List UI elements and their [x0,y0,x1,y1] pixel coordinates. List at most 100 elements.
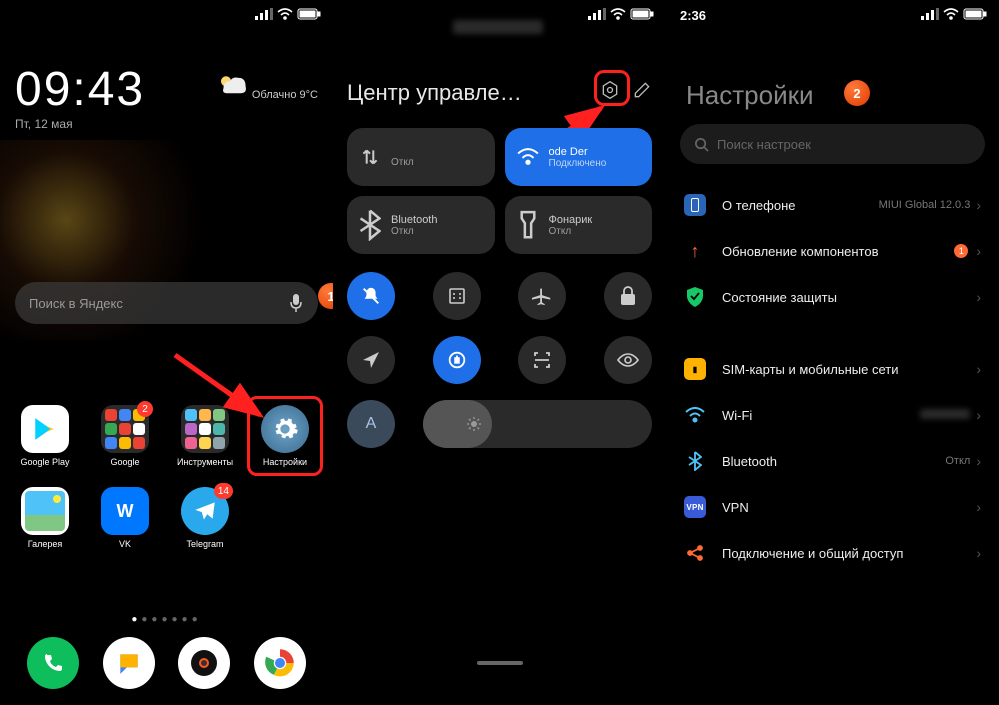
settings-search[interactable]: Поиск настроек [680,124,985,164]
bell-off-icon [360,285,382,307]
toggle-airplane[interactable] [518,272,566,320]
chevron-right-icon: › [976,499,981,515]
status-time: 2:36 [680,8,706,23]
wifi-icon [684,404,706,426]
wifi-icon [610,8,626,20]
wifi-icon [277,8,293,20]
app-folder-google[interactable]: 2 Google [95,405,155,467]
app-folder-tools[interactable]: Инструменты [175,405,235,467]
sun-icon [466,416,482,432]
toggle-auto-brightness[interactable]: A [347,400,395,448]
screenshot-icon [447,286,467,306]
data-arrows-icon [359,146,381,168]
dock [0,637,333,693]
settings-row-about[interactable]: О телефоне MIUI Global 12.0.3 › [666,182,999,228]
weather-widget[interactable]: Облачно 9°C [215,70,318,101]
settings-row-vpn[interactable]: VPN VPN › [666,484,999,530]
dock-chrome[interactable] [254,637,306,689]
update-arrow-icon: ↑ [684,240,706,262]
home-screen-panel: 09:43 Пт, 12 мая Облачно 9°C Поиск в Янд… [0,0,333,705]
brightness-slider[interactable] [423,400,652,448]
telegram-badge: 14 [214,483,233,499]
clock-time: 09:43 [15,62,145,117]
dock-camera[interactable] [178,637,230,689]
settings-row-security[interactable]: Состояние защиты › [666,274,999,320]
app-google-play[interactable]: Google Play [15,405,75,467]
settings-row-update[interactable]: ↑ Обновление компонентов 1 › [666,228,999,274]
search-placeholder: Поиск в Яндекс [29,296,123,311]
tile-mobile-data[interactable]: Откл [347,128,495,186]
annotation-highlight-settings [247,396,323,476]
airplane-icon [531,285,553,307]
signal-icon [588,8,606,20]
drag-handle[interactable] [477,661,523,665]
wifi-icon [517,148,539,166]
toggle-location[interactable] [347,336,395,384]
battery-icon [630,8,654,20]
search-icon [694,137,709,152]
settings-row-sim[interactable]: ▮ SIM-карты и мобильные сети › [666,346,999,392]
signal-icon [921,8,939,20]
settings-row-bluetooth[interactable]: Bluetooth Откл › [666,438,999,484]
microphone-icon[interactable] [288,293,304,313]
toggle-screenshot[interactable] [433,272,481,320]
chevron-right-icon: › [976,289,981,305]
toggle-rotation[interactable] [433,336,481,384]
tile-flashlight[interactable]: ФонарикОткл [505,196,653,254]
redacted-carrier [453,20,543,34]
edit-icon[interactable] [632,80,652,100]
annotation-highlight-gear [594,70,630,106]
battery-icon [297,8,321,20]
phone-info-icon [684,194,706,216]
redacted-wifi-name [920,409,970,419]
chevron-right-icon: › [976,545,981,561]
chevron-right-icon: › [976,197,981,213]
redacted-carrier-tile [391,147,441,157]
toggle-lock[interactable] [604,272,652,320]
settings-list: О телефоне MIUI Global 12.0.3 › ↑ Обновл… [666,182,999,576]
settings-app-panel: 2:36 Настройки 2 Поиск настроек О телефо… [666,0,999,705]
dock-phone[interactable] [27,637,79,689]
app-telegram[interactable]: 14 Telegram [175,487,235,549]
control-center-panel: Центр управле… Откл ode DerПодключено Bl… [333,0,666,705]
app-gallery[interactable]: Галерея [15,487,75,549]
rotation-lock-icon [446,349,468,371]
tile-wifi[interactable]: ode DerПодключено [505,128,653,186]
annotation-badge-1: 1 [318,283,333,309]
flashlight-icon [517,209,539,240]
status-bar-2 [588,8,654,20]
battery-icon [963,8,987,20]
annotation-badge-2: 2 [844,80,870,106]
location-icon [361,350,381,370]
signal-icon [255,8,273,20]
yandex-search-bar[interactable]: Поиск в Яндекс [15,282,318,324]
wifi-icon [943,8,959,20]
sim-icon: ▮ [684,358,706,380]
vpn-icon: VPN [684,496,706,518]
bluetooth-icon [684,450,706,472]
eye-icon [617,352,639,368]
app-vk[interactable]: W VK [95,487,155,549]
share-icon [684,542,706,564]
dock-messages[interactable] [103,637,155,689]
tile-bluetooth[interactable]: BluetoothОткл [347,196,495,254]
settings-row-share[interactable]: Подключение и общий доступ › [666,530,999,576]
toggle-scan[interactable] [518,336,566,384]
chevron-right-icon: › [976,453,981,469]
clock-widget[interactable]: 09:43 Пт, 12 мая [15,62,145,131]
settings-title: Настройки [686,80,814,111]
update-badge: 1 [954,244,968,258]
shield-icon [684,286,706,308]
lock-icon [619,286,637,306]
clock-date: Пт, 12 мая [15,117,145,131]
bluetooth-icon [359,209,381,240]
toggle-eye[interactable] [604,336,652,384]
chevron-right-icon: › [976,407,981,423]
status-bar [255,8,321,20]
scan-icon [532,350,552,370]
toggle-mute[interactable] [347,272,395,320]
page-indicator[interactable]: ●●●●●●● [0,614,333,625]
status-bar-3 [921,8,987,20]
settings-row-wifi[interactable]: Wi-Fi › [666,392,999,438]
chevron-right-icon: › [976,243,981,259]
